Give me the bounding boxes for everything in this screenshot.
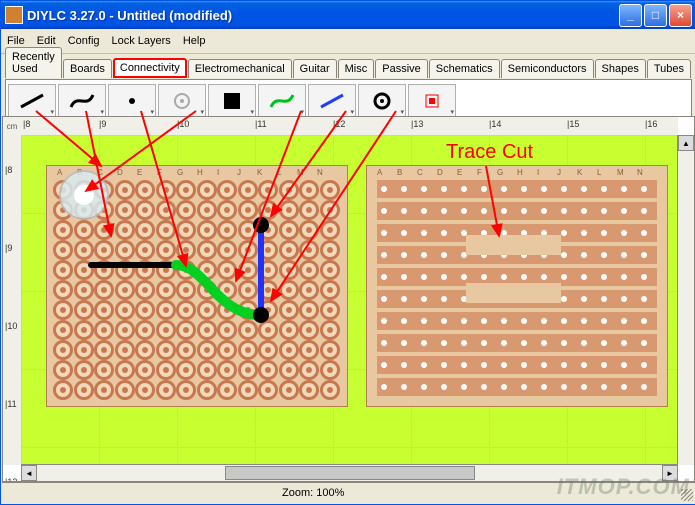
tab-electromechanical[interactable]: Electromechanical <box>188 59 292 78</box>
component-tabs: Recently Used Boards Connectivity Electr… <box>1 54 695 78</box>
tool-straight-blue[interactable]: ▾ <box>308 84 356 118</box>
scroll-thumb[interactable] <box>225 466 475 480</box>
minimize-button[interactable]: _ <box>619 4 642 27</box>
tool-trace-cut[interactable]: ▾ <box>408 84 456 118</box>
tool-jumper-dot[interactable]: ▾ <box>108 84 156 118</box>
tab-boards[interactable]: Boards <box>63 59 112 78</box>
tab-misc[interactable]: Misc <box>338 59 375 78</box>
titlebar: DIYLC 3.27.0 - Untitled (modified) _ □ × <box>1 1 695 29</box>
canvas-area: cm |8 |9 |10 |11 |12 |13 |14 |15 |16 |8 … <box>2 116 695 482</box>
tool-curved-green[interactable]: ▾ <box>258 84 306 118</box>
tab-recently-used[interactable]: Recently Used <box>5 47 62 78</box>
close-button[interactable]: × <box>669 4 692 27</box>
menu-help[interactable]: Help <box>183 35 206 47</box>
maximize-button[interactable]: □ <box>644 4 667 27</box>
tool-curved-wire[interactable]: ▾ <box>58 84 106 118</box>
app-window: DIYLC 3.27.0 - Untitled (modified) _ □ ×… <box>0 0 695 505</box>
ruler-unit: cm <box>3 117 22 136</box>
window-title: DIYLC 3.27.0 - Untitled (modified) <box>27 8 619 23</box>
tab-guitar[interactable]: Guitar <box>293 59 337 78</box>
menu-config[interactable]: Config <box>68 35 100 47</box>
tool-solder-dot[interactable]: ▾ <box>358 84 406 118</box>
menu-file[interactable]: File <box>7 35 25 47</box>
tool-straight-wire[interactable]: ▾ <box>8 84 56 118</box>
design-canvas[interactable]: ABCDEFGHIJKLMN ABCDEFGHIJKLMN <box>21 135 678 465</box>
zoom-label: Zoom: <box>282 487 313 499</box>
app-icon <box>5 6 23 24</box>
ruler-horizontal: |8 |9 |10 |11 |12 |13 |14 |15 |16 <box>21 117 678 136</box>
tab-semiconductors[interactable]: Semiconductors <box>501 59 594 78</box>
menubar: File Edit Config Lock Layers Help <box>1 29 695 54</box>
menu-edit[interactable]: Edit <box>37 35 56 47</box>
menu-lock-layers[interactable]: Lock Layers <box>112 35 171 47</box>
scroll-left-button[interactable]: ◄ <box>21 465 37 481</box>
tab-tubes[interactable]: Tubes <box>647 59 691 78</box>
tool-square-pad[interactable]: ▾ <box>208 84 256 118</box>
scrollbar-vertical[interactable]: ▲ <box>677 135 694 465</box>
tab-shapes[interactable]: Shapes <box>595 59 646 78</box>
tab-passive[interactable]: Passive <box>375 59 428 78</box>
scroll-up-button[interactable]: ▲ <box>678 135 694 151</box>
ruler-vertical: |8 |9 |10 |11 |12 <box>3 135 22 465</box>
perfboard[interactable]: ABCDEFGHIJKLMN <box>46 165 348 407</box>
tab-schematics[interactable]: Schematics <box>429 59 500 78</box>
tool-eyelet[interactable]: ▾ <box>158 84 206 118</box>
zoom-value: 100% <box>316 487 344 499</box>
watermark: ITMOP.COM <box>557 474 690 500</box>
tab-connectivity[interactable]: Connectivity <box>113 58 187 78</box>
